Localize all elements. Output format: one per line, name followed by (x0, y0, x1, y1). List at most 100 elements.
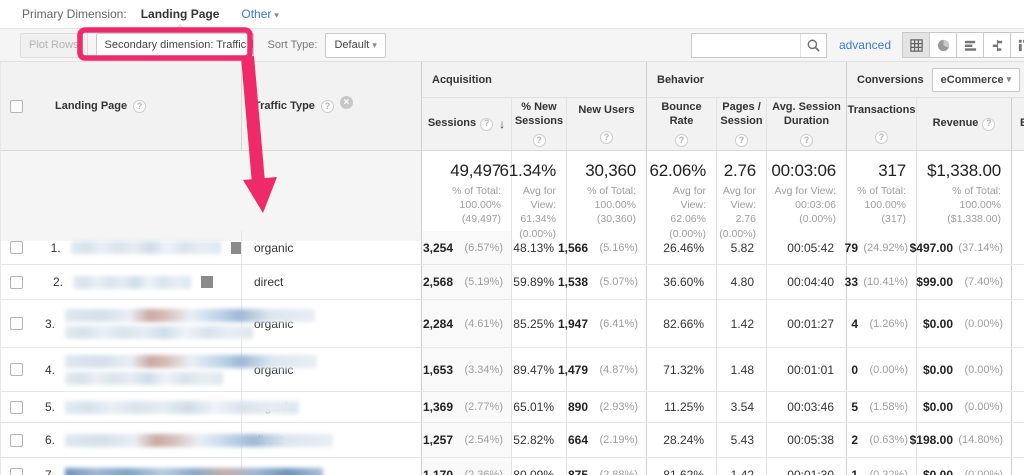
select-all-checkbox[interactable] (9, 99, 23, 113)
row-checkbox-cell (1, 265, 31, 299)
landing-page-blurred-link[interactable] (70, 241, 221, 254)
landing-page-blurred-link[interactable] (65, 400, 300, 414)
summary-bounce-rate: 62.06% Avg for View: 62.06% (0.00%) (646, 151, 716, 241)
help-icon[interactable]: ? (875, 130, 888, 144)
landing-page-blurred-link[interactable] (65, 468, 324, 475)
chevron-down-icon: ▾ (274, 10, 279, 20)
transactions-cell: 1 (0.32%) (846, 458, 916, 475)
bounce-rate-column-header[interactable]: Bounce Rate? (646, 98, 716, 150)
avg-session-duration-cell: 00:01:01 (766, 348, 846, 391)
sessions-column-header[interactable]: Sessions? ↓ (421, 98, 511, 150)
other-dimension-menu[interactable]: Other ▾ (241, 7, 279, 21)
row-checkbox[interactable] (9, 317, 23, 330)
row-checkbox[interactable] (9, 468, 23, 475)
summary-percent-new-sessions: 61.34% Avg for View: 61.34% (0.00%) (500, 151, 566, 241)
blurred-url-line (73, 275, 191, 289)
row-index: 5. (45, 400, 56, 414)
help-icon[interactable]: ? (982, 117, 996, 131)
plot-rows-button[interactable]: Plot Rows (20, 32, 88, 58)
revenue-cell: $0.00 (0.00%) (916, 392, 1011, 422)
bounce-rate-cell: 11.25% (646, 392, 716, 422)
blurred-url-line (65, 354, 318, 368)
data-table-view-icon[interactable] (902, 32, 930, 58)
summary-avg-session-duration: 00:03:06 Avg for View: 00:03:06 (0.00%) (766, 151, 846, 241)
new-users-column-header[interactable]: New Users? (566, 98, 646, 150)
comparison-view-icon[interactable] (983, 32, 1011, 58)
traffic-type-cell: organic (241, 231, 421, 264)
remove-secondary-dimension-icon[interactable]: × (339, 95, 353, 109)
pivot-view-icon[interactable] (1010, 32, 1024, 58)
help-icon[interactable]: ? (735, 134, 748, 148)
transactions-cell: 79 (24.92%) (845, 231, 916, 264)
percent-new-sessions-cell: 52.82% (511, 423, 566, 457)
transactions-cell: 4 (1.26%) (846, 300, 916, 347)
landing-page-cell: 4. (31, 348, 318, 391)
new-users-cell: 875 (2.88%) (566, 458, 646, 475)
traffic-type-value: direct (254, 275, 284, 289)
traffic-type-value: organic (254, 240, 294, 255)
percent-new-sessions-column-header[interactable]: % New Sessions? (511, 98, 566, 150)
secondary-dimension-dropdown[interactable]: Secondary dimension: Traffic Type▾ (95, 32, 254, 58)
bounce-rate-cell: 82.66% (646, 300, 716, 347)
row-checkbox[interactable] (9, 433, 23, 447)
row-checkbox-cell (1, 423, 31, 457)
summary-sessions: 49,497 % of Total: 100.00% (49,497) (421, 151, 511, 241)
landing-page-cell: 6. (31, 423, 334, 457)
row-checkbox[interactable] (9, 363, 23, 376)
pages-per-session-column-header[interactable]: Pages / Session? (716, 98, 766, 150)
row-checkbox[interactable] (9, 400, 23, 414)
landing-page-column-header[interactable]: Landing Page ? (31, 62, 241, 150)
help-icon[interactable]: ? (320, 99, 334, 113)
help-icon[interactable]: ? (532, 134, 546, 148)
open-in-new-window-icon[interactable] (201, 276, 213, 288)
performance-bars-view-icon[interactable] (956, 32, 984, 58)
summary-row: 49,497 % of Total: 100.00% (49,497) 61.3… (1, 151, 1024, 241)
help-icon[interactable]: ? (600, 130, 613, 144)
clipped-cell (1011, 300, 1024, 347)
help-icon[interactable]: ? (480, 117, 494, 131)
toolbar-right-cluster: advanced (690, 32, 1024, 58)
summary-revenue: $1,338.00 % of Total: 100.00% ($1,338.00… (916, 151, 1011, 241)
avg-session-duration-cell: 00:05:38 (766, 423, 846, 457)
row-checkbox-cell (1, 392, 31, 422)
avg-session-duration-cell: 00:01:27 (766, 300, 846, 347)
search-icon[interactable] (799, 33, 826, 57)
landing-page-blurred-link[interactable] (73, 275, 191, 289)
primary-dimension-tab-landing-page[interactable]: Landing Page (137, 7, 224, 21)
transactions-cell: 33 (10.41%) (845, 265, 916, 299)
table-row: 2. direct 2,568 (5.19%) 59.89% 1,538 (5.07… (1, 265, 1024, 300)
help-icon[interactable]: ? (675, 134, 688, 148)
traffic-type-column-header[interactable]: Traffic Type ? × (241, 62, 421, 150)
summary-new-users: 30,360 % of Total: 100.00% (30,360) (566, 151, 646, 241)
percent-new-sessions-cell: 80.09% (511, 458, 566, 475)
table-row: 6. direct 1,257(2.54%) 52.82% 664(2.19%)… (1, 423, 1024, 458)
row-checkbox[interactable] (9, 241, 23, 254)
chevron-down-icon: ▾ (1006, 74, 1012, 84)
avg-session-duration-cell: 00:01:30 (766, 458, 846, 475)
bounce-rate-cell: 26.46% (646, 231, 716, 264)
sort-type-dropdown[interactable]: Default ▾ (325, 32, 386, 58)
help-icon[interactable]: ? (133, 99, 147, 113)
clipped-column-header[interactable]: E (1011, 98, 1024, 150)
new-users-cell: 1,566 (5.16%) (558, 231, 646, 264)
conversions-type-dropdown[interactable]: eCommerce ▾ (931, 67, 1021, 92)
revenue-column-header[interactable]: Revenue? (916, 98, 1011, 150)
landing-page-cell: 3. (31, 300, 316, 347)
search-input[interactable] (691, 33, 800, 57)
avg-session-duration-column-header[interactable]: Avg. Session Duration? (766, 98, 846, 150)
transactions-column-header[interactable]: Transactions? (846, 98, 916, 150)
landing-page-blurred-link[interactable] (65, 433, 334, 447)
percentage-pie-view-icon[interactable] (929, 32, 957, 58)
revenue-cell: $497.00 (37.14%) (910, 231, 1011, 264)
table-row: 5. organic 1,369(2.77%) 65.01% 890(2.93%… (1, 392, 1024, 423)
advanced-search-link[interactable]: advanced (839, 38, 891, 52)
open-in-new-window-icon[interactable] (230, 241, 241, 254)
landing-page-cell: 7. (31, 458, 324, 475)
report-toolbar: Plot Rows Secondary dimension: Traffic T… (0, 28, 1024, 62)
table-header: Landing Page ? Traffic Type ? × Acquisit… (1, 62, 1024, 151)
chevron-down-icon: ▾ (372, 39, 377, 50)
table-search (690, 32, 827, 58)
row-checkbox[interactable] (9, 275, 23, 289)
help-icon[interactable]: ? (800, 134, 813, 148)
landing-page-cell: 1. (31, 231, 241, 264)
